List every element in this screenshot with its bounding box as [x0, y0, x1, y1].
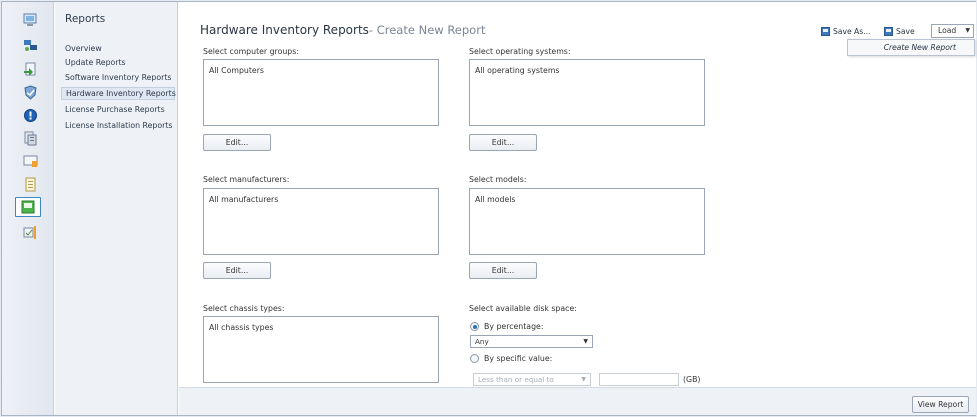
operating-systems-list[interactable]: All operating systems	[469, 59, 705, 126]
nav-item-license-installation-reports[interactable]: License Installation Reports	[61, 119, 175, 132]
bottom-bar: View Report	[179, 387, 976, 415]
app-window: Reports Overview Update Reports Software…	[1, 1, 976, 416]
icon-strip	[2, 2, 54, 415]
page-title: Hardware Inventory Reports- Create New R…	[200, 23, 485, 37]
page-subtitle: - Create New Report	[368, 23, 486, 37]
models-value: All models	[475, 195, 516, 204]
save-as-icon	[821, 27, 830, 36]
load-menu: Create New Report	[847, 39, 975, 56]
by-specific-value-label: By specific value:	[484, 354, 553, 363]
report-editor: Hardware Inventory Reports- Create New R…	[179, 2, 976, 387]
chevron-down-icon: ▼	[581, 376, 586, 383]
edit-manufacturers-button[interactable]: Edit...	[203, 262, 271, 279]
view-report-button[interactable]: View Report	[912, 396, 969, 413]
edit-computer-groups-button[interactable]: Edit...	[203, 134, 271, 151]
gb-unit-label: (GB)	[683, 375, 701, 384]
models-list[interactable]: All models	[469, 188, 705, 255]
settings-icon[interactable]	[22, 224, 38, 240]
shield-icon[interactable]	[22, 84, 38, 100]
disk-space-label: Select available disk space:	[469, 304, 577, 313]
computer-icon[interactable]	[22, 12, 38, 28]
computer-groups-label: Select computer groups:	[203, 47, 299, 56]
manufacturers-list[interactable]: All manufacturers	[203, 188, 439, 255]
alert-icon[interactable]	[22, 107, 38, 123]
percentage-select[interactable]: Any ▼	[470, 335, 593, 348]
by-percentage-radio[interactable]	[470, 322, 479, 331]
load-label: Load	[938, 26, 957, 35]
nav-item-software-inventory-reports[interactable]: Software Inventory Reports	[61, 71, 175, 84]
by-percentage-label: By percentage:	[484, 322, 544, 331]
update-icon[interactable]	[22, 61, 38, 77]
percentage-value: Any	[475, 337, 489, 346]
by-specific-value-option[interactable]: By specific value:	[470, 354, 552, 363]
computer-groups-list[interactable]: All Computers	[203, 59, 439, 126]
operating-systems-value: All operating systems	[475, 66, 560, 75]
nav-title: Reports	[65, 13, 106, 25]
network-icon[interactable]	[22, 37, 38, 53]
menu-item-create-new-report[interactable]: Create New Report	[884, 43, 956, 52]
manufacturers-label: Select manufacturers:	[203, 175, 290, 184]
save-button[interactable]: Save	[884, 27, 915, 36]
chevron-down-icon: ▼	[583, 338, 588, 345]
chassis-types-list[interactable]: All chassis types	[203, 316, 439, 383]
nav-item-overview[interactable]: Overview	[61, 42, 175, 55]
manufacturers-value: All manufacturers	[209, 195, 279, 204]
load-dropdown[interactable]: Load ▼	[931, 24, 974, 38]
edit-models-button[interactable]: Edit...	[469, 262, 537, 279]
save-icon	[884, 27, 893, 36]
reports-icon[interactable]	[15, 197, 41, 217]
chassis-types-label: Select chassis types:	[203, 304, 285, 313]
disk-space-value-input[interactable]	[599, 373, 679, 386]
document-icon[interactable]	[22, 176, 38, 192]
operating-systems-label: Select operating systems:	[469, 47, 571, 56]
nav-item-license-purchase-reports[interactable]: License Purchase Reports	[61, 103, 175, 116]
save-as-button[interactable]: Save As...	[821, 27, 870, 36]
monitor-icon[interactable]	[22, 153, 38, 169]
chevron-down-icon: ▼	[965, 27, 970, 34]
save-as-label: Save As...	[833, 27, 871, 36]
nav-item-hardware-inventory-reports[interactable]: Hardware Inventory Reports	[61, 87, 176, 100]
models-label: Select models:	[469, 175, 527, 184]
by-percentage-option[interactable]: By percentage:	[470, 322, 543, 331]
edit-operating-systems-button[interactable]: Edit...	[469, 134, 537, 151]
nav-pane: Reports Overview Update Reports Software…	[55, 2, 178, 415]
comparison-value: Less than or equal to	[478, 375, 554, 384]
chassis-types-value: All chassis types	[209, 323, 274, 332]
save-label: Save	[896, 27, 915, 36]
nav-item-update-reports[interactable]: Update Reports	[61, 56, 175, 69]
comparison-select[interactable]: Less than or equal to ▼	[473, 373, 591, 386]
by-specific-value-radio[interactable]	[470, 354, 479, 363]
page-title-main: Hardware Inventory Reports	[200, 23, 369, 37]
computers-list-icon[interactable]	[22, 130, 38, 146]
computer-groups-value: All Computers	[209, 66, 264, 75]
